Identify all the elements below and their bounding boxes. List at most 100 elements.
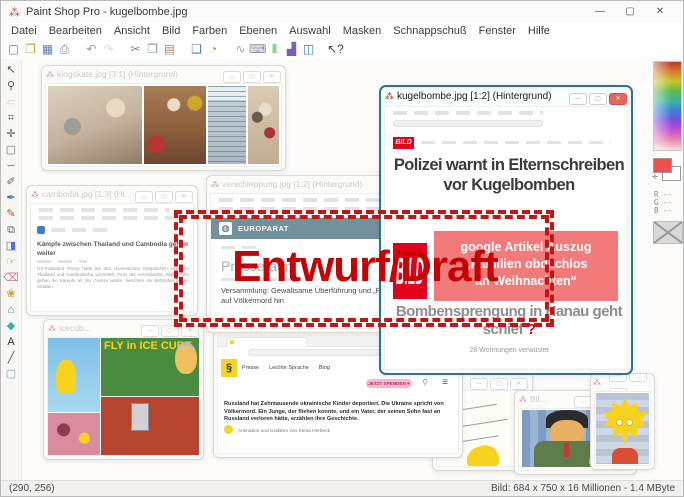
window-kingskate[interactable]: ⁂ kingskate.jpg [3:1] (Hintergrund) —▢✕ — [41, 65, 286, 171]
save-icon[interactable]: ▦ — [39, 40, 56, 58]
article-byline: Animation und Grafiken von Xenia Herbeck — [238, 429, 330, 434]
color-replacer-tool[interactable]: ◨ — [3, 239, 19, 254]
maximize-icon[interactable]: ▢ — [243, 71, 261, 83]
airbrush-tool[interactable]: ⌂ — [3, 303, 19, 318]
close-icon[interactable]: ✕ — [609, 93, 627, 105]
color-picker-gradient[interactable] — [653, 61, 682, 151]
retouch-tool[interactable]: ☞ — [3, 255, 19, 270]
menu-item-datei[interactable]: Datei — [5, 25, 43, 37]
minimize-icon[interactable]: — — [470, 378, 488, 390]
menu-item-bearbeiten[interactable]: Bearbeiten — [43, 25, 108, 37]
print-icon[interactable]: ⎙ — [56, 40, 73, 58]
donate-button[interactable]: JETZT SPENDEN ♥ — [366, 379, 412, 388]
open-icon[interactable]: ❒ — [22, 40, 39, 58]
site-nav-link[interactable]: Blog — [319, 365, 330, 371]
minimize-icon[interactable]: — — [569, 93, 587, 105]
histogram-icon[interactable]: ⦀ — [266, 40, 283, 58]
browser-chrome-decor — [393, 111, 543, 115]
menu-item-fenster[interactable]: Fenster — [473, 25, 522, 37]
line-tool[interactable]: ╱ — [3, 351, 19, 366]
collage-photo — [144, 86, 206, 164]
paintbrush-tool[interactable]: ✎ — [3, 207, 19, 222]
copy-icon[interactable]: ❐ — [144, 40, 161, 58]
photo-collage — [48, 86, 279, 164]
flood-fill-tool[interactable]: ◆ — [3, 319, 19, 334]
null-texture-swatch[interactable] — [653, 221, 683, 244]
minimize-icon[interactable]: — — [141, 325, 159, 337]
picture-tube-tool[interactable]: ❀ — [3, 287, 19, 302]
lisa-eye — [626, 419, 633, 426]
clone-tool[interactable]: ⧉ — [3, 223, 19, 238]
comic-panel-glass — [101, 397, 199, 455]
lisa-canvas[interactable] — [594, 391, 651, 466]
window-lisa[interactable]: ⁂ Bil... —▢✕ — [590, 373, 655, 470]
glass-figure — [131, 403, 149, 431]
shape-tool[interactable]: ▢ — [3, 367, 19, 382]
dialog-icon[interactable]: ⌨ — [249, 40, 266, 58]
app-close-icon[interactable]: ✕ — [645, 1, 675, 23]
site-nav-link[interactable]: Leichte Sprache — [269, 365, 309, 371]
tool-palette: ↖⚲▱⌗✛▢∽✐✒✎⧉◨☞⌫❀⌂◆A╱▢ — [1, 59, 22, 481]
text-tool[interactable]: A — [3, 335, 19, 350]
close-icon[interactable]: ✕ — [510, 378, 528, 390]
site-nav-link[interactable]: Presse — [242, 365, 259, 371]
maximize-icon[interactable]: ▢ — [629, 373, 647, 382]
pen-tool[interactable]: ✐ — [3, 175, 19, 190]
paste-icon[interactable]: ▤ — [161, 40, 178, 58]
hamburger-menu-icon[interactable]: ≡ — [442, 377, 448, 388]
chart-icon[interactable]: ▟ — [283, 40, 300, 58]
redo-icon[interactable]: ↷ — [100, 40, 117, 58]
browser-chrome-decor — [219, 198, 379, 202]
undo-icon[interactable]: ↶ — [83, 40, 100, 58]
search-icon[interactable]: ⚲ — [422, 378, 428, 387]
deform-tool[interactable]: ▱ — [3, 95, 19, 110]
menu-item-bild[interactable]: Bild — [156, 25, 186, 37]
menu-item-ansicht[interactable]: Ansicht — [108, 25, 156, 37]
reporter-title: Bil... — [530, 394, 569, 404]
new-icon[interactable]: ▢ — [5, 40, 22, 58]
node-edit-icon[interactable]: ∿ — [232, 40, 249, 58]
kugelbombe-titlebar[interactable]: ⁂ kugelbombe.jpg [1:2] (Hintergrund) —▢✕ — [381, 87, 631, 105]
window-icecube[interactable]: ⁂ icecub... —▢✕ FLY in ICE CUBE — [43, 319, 204, 460]
screen-capture-icon[interactable]: ❑ — [188, 40, 205, 58]
minimize-icon[interactable]: — — [135, 191, 153, 203]
close-icon[interactable]: ✕ — [175, 191, 193, 203]
foreground-color-swatch[interactable] — [653, 158, 672, 173]
menu-item-farben[interactable]: Farben — [186, 25, 233, 37]
cambodia-headline: Kämpfe zwischen Thailand und Cambodia ge… — [37, 241, 189, 258]
menu-item-hilfe[interactable]: Hilfe — [522, 25, 556, 37]
kingskate-canvas[interactable] — [45, 83, 282, 167]
zoom-tool[interactable]: ⚲ — [3, 79, 19, 94]
selection-tool[interactable]: ▢ — [3, 143, 19, 158]
lisa-head — [603, 399, 647, 445]
menu-item-auswahl[interactable]: Auswahl — [283, 25, 337, 37]
move-tool[interactable]: ✛ — [3, 127, 19, 142]
kingskate-titlebar[interactable]: ⁂ kingskate.jpg [3:1] (Hintergrund) —▢✕ — [42, 66, 285, 82]
cambodia-titlebar[interactable]: ⁂ cambodia.jpg [1:3] (Hi... —▢✕ — [27, 186, 197, 202]
help-icon[interactable]: ↖? — [327, 40, 344, 58]
menu-item-masken[interactable]: Masken — [337, 25, 388, 37]
eyedropper-tool[interactable]: ✒ — [3, 191, 19, 206]
timer-icon[interactable]: ◔ — [205, 40, 222, 58]
maximize-icon[interactable]: ▢ — [490, 378, 508, 390]
app-maximize-icon[interactable]: ▢ — [615, 1, 645, 23]
psp-paw-icon: ⁂ — [385, 91, 394, 102]
minimize-icon[interactable]: — — [223, 71, 241, 83]
menu-item-ebenen[interactable]: Ebenen — [233, 25, 283, 37]
eraser-tool[interactable]: ⌫ — [3, 271, 19, 286]
maximize-icon[interactable]: ▢ — [589, 93, 607, 105]
lasso-tool[interactable]: ∽ — [3, 159, 19, 174]
pointer-tool[interactable]: ↖ — [3, 63, 19, 78]
app-minimize-icon[interactable]: — — [585, 1, 615, 23]
crop-tool[interactable]: ⌗ — [3, 111, 19, 126]
icecube-canvas[interactable]: FLY in ICE CUBE — [47, 337, 200, 456]
layers-icon[interactable]: ◫ — [300, 40, 317, 58]
swap-colors-icon[interactable]: ✛ — [652, 173, 658, 181]
maximize-icon[interactable]: ▢ — [155, 191, 173, 203]
lisa-titlebar[interactable]: ⁂ Bil... —▢✕ — [591, 374, 654, 390]
menu-item-schnappschuß[interactable]: Schnappschuß — [387, 25, 472, 37]
verschleppung-title: verschleppung.jpg [1:2] (Hintergrund) — [222, 179, 394, 189]
cut-icon[interactable]: ✂ — [127, 40, 144, 58]
bild-subline: 28 Wohnungen verwüstet — [387, 347, 628, 354]
close-icon[interactable]: ✕ — [263, 71, 281, 83]
